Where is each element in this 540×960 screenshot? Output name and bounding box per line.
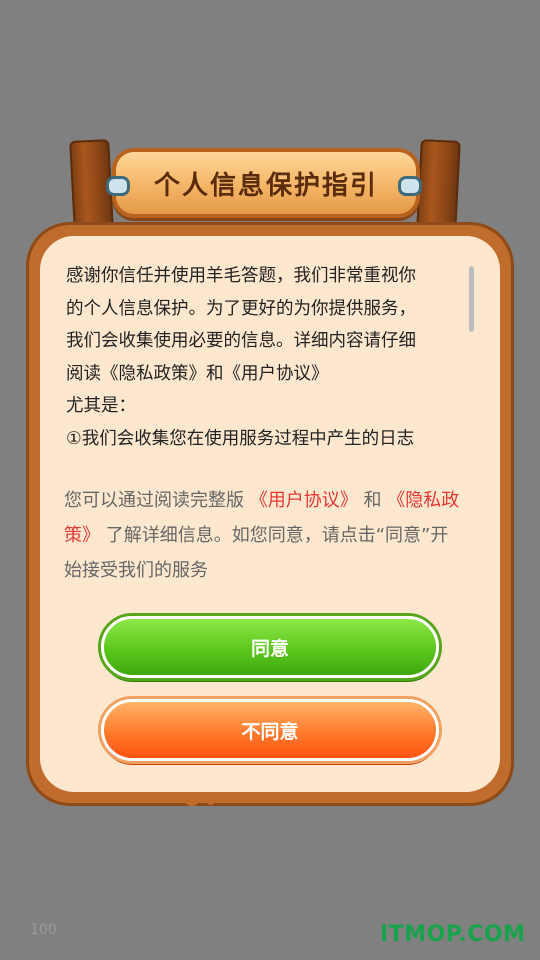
notice-part2: 了解详细信息。如您同意，请点击“同意”开始接受我们的服务 bbox=[64, 525, 449, 581]
agreement-line: 感谢你信任并使用羊毛答题，我们非常重视你 bbox=[66, 266, 416, 286]
agreement-line: 的个人信息保护。为了更好的为你提供服务， bbox=[66, 298, 416, 319]
agreement-line: 尤其是： bbox=[66, 396, 136, 416]
user-agreement-link[interactable]: 《用户协议》 bbox=[250, 490, 358, 511]
page-number: 100 bbox=[30, 922, 57, 938]
notice-text: 您可以通过阅读完整版 《用户协议》 和 《隐私政策》 了解详细信息。如您同意，请… bbox=[64, 483, 464, 588]
agree-button[interactable]: 同意 bbox=[101, 616, 439, 678]
agreement-text: 感谢你信任并使用羊毛答题，我们非常重视你 的个人信息保护。为了更好的为你提供服务… bbox=[66, 260, 466, 470]
frame-knot bbox=[184, 790, 200, 806]
dialog-title: 个人信息保护指引 bbox=[153, 170, 378, 201]
disagree-button[interactable]: 不同意 bbox=[101, 699, 439, 761]
frame-knot bbox=[206, 795, 216, 805]
agreement-line: 阅读《隐私政策》和《用户协议》 bbox=[66, 363, 329, 384]
chain-hook-icon bbox=[398, 176, 422, 196]
notice-and: 和 bbox=[363, 490, 382, 511]
agreement-scroll[interactable]: 感谢你信任并使用羊毛答题，我们非常重视你 的个人信息保护。为了更好的为你提供服务… bbox=[66, 260, 466, 470]
chain-hook-icon bbox=[106, 176, 130, 196]
notice-part1: 您可以通过阅读完整版 bbox=[64, 490, 244, 511]
agreement-line: 我们会收集使用必要的信息。详细内容请仔细 bbox=[66, 331, 416, 351]
agreement-line: ①我们会收集您在使用服务过程中产生的日志 bbox=[66, 428, 415, 449]
scrollbar[interactable] bbox=[469, 266, 474, 332]
title-sign: 个人信息保护指引 bbox=[112, 148, 420, 218]
watermark: ITMOP.COM bbox=[380, 922, 526, 947]
